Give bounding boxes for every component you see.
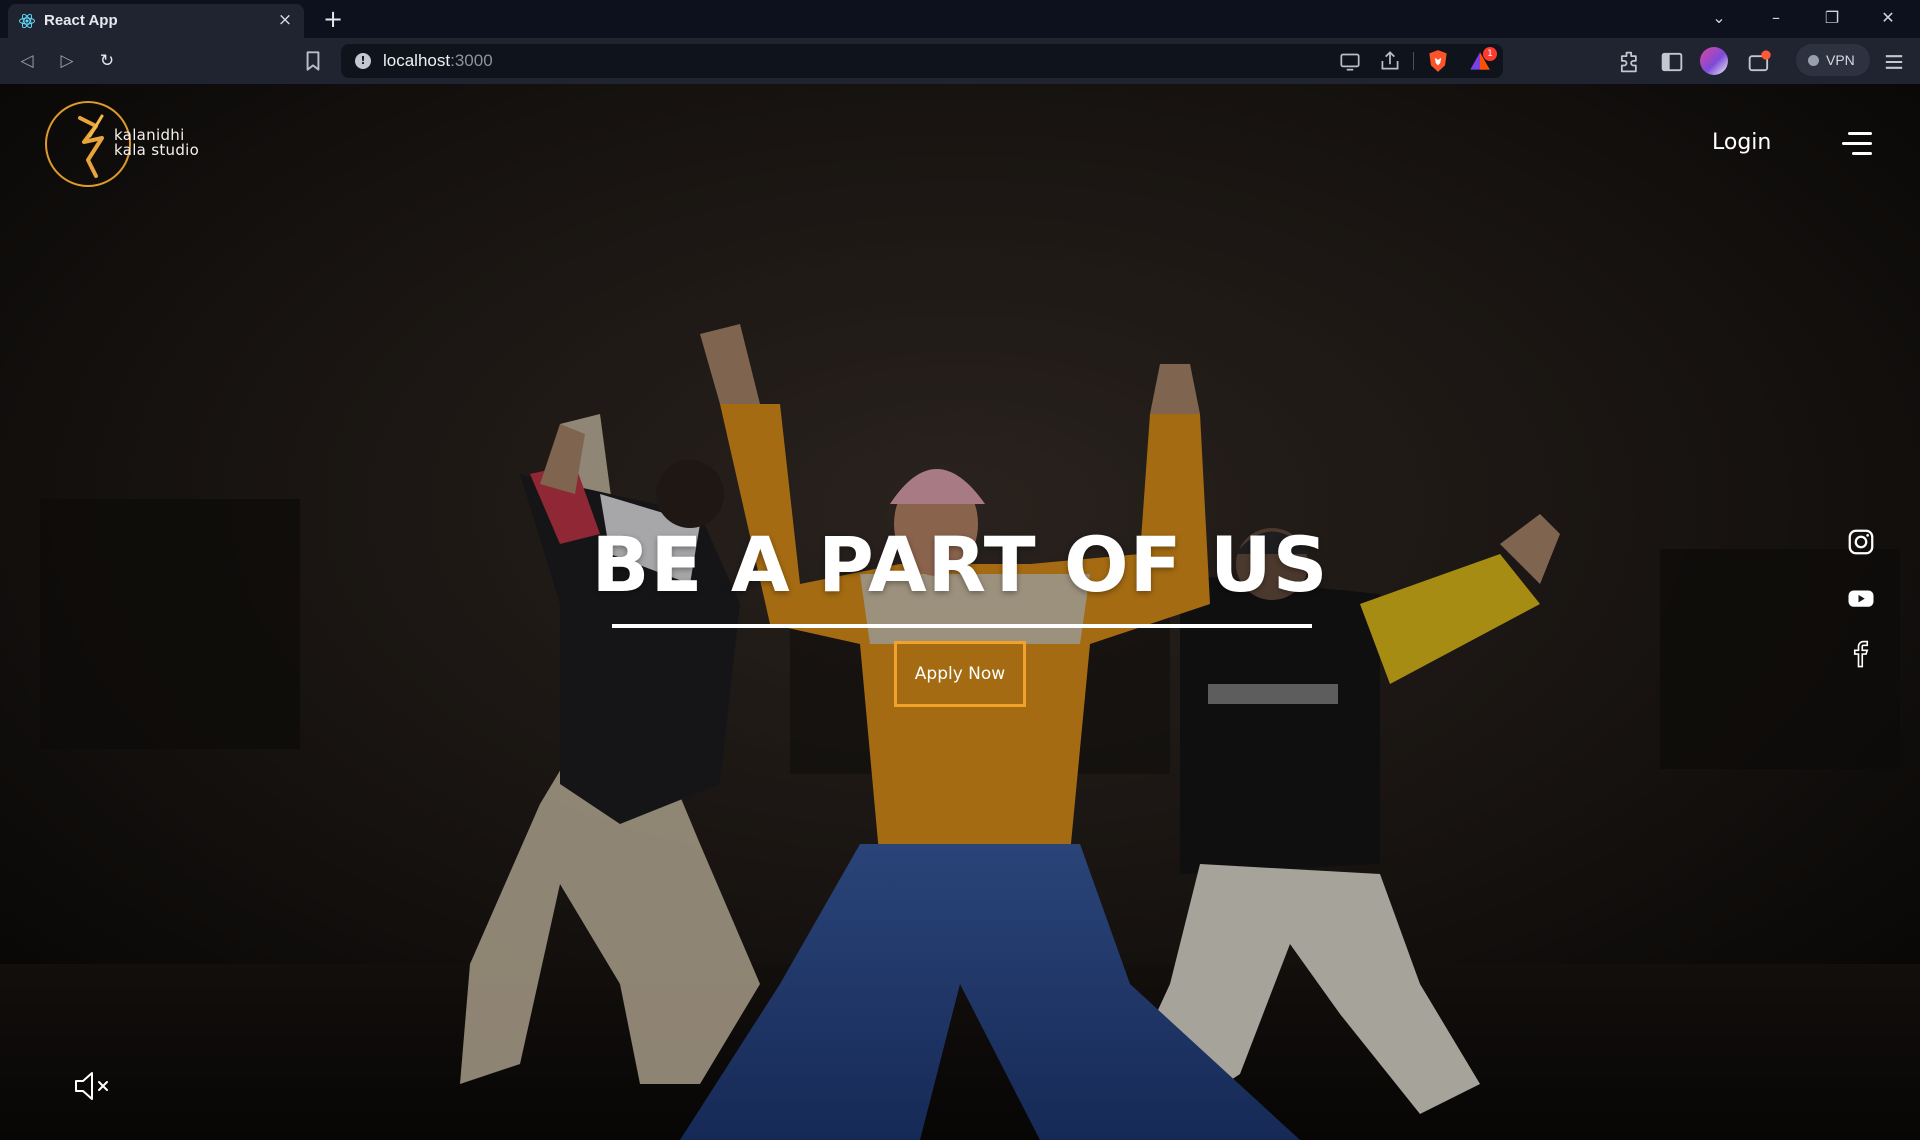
share-icon[interactable] bbox=[1377, 48, 1403, 74]
browser-tab-strip: React App × + ⌄ – ❐ ✕ bbox=[0, 0, 1920, 38]
brave-shield-icon[interactable] bbox=[1425, 48, 1451, 74]
facebook-icon[interactable] bbox=[1846, 639, 1876, 669]
sidebar-toggle-icon[interactable] bbox=[1658, 48, 1686, 76]
instagram-icon[interactable] bbox=[1846, 527, 1876, 557]
login-link[interactable]: Login bbox=[1712, 130, 1771, 155]
hamburger-menu-icon[interactable] bbox=[1842, 132, 1872, 158]
logo-text: kalanidhi kala studio bbox=[114, 128, 199, 158]
reload-button[interactable]: ↻ bbox=[92, 46, 122, 76]
page-viewport: kalanidhi kala studio Login BE A PART OF… bbox=[0, 84, 1920, 1140]
vpn-button[interactable]: VPN bbox=[1796, 44, 1870, 76]
vpn-status-icon bbox=[1808, 55, 1819, 66]
speaker-muted-icon[interactable] bbox=[72, 1070, 112, 1102]
new-tab-button[interactable]: + bbox=[318, 4, 348, 34]
tab-search-dropdown-icon[interactable]: ⌄ bbox=[1691, 0, 1747, 38]
divider bbox=[1413, 52, 1414, 70]
url-text: localhost:3000 bbox=[383, 51, 493, 70]
address-bar[interactable]: ! localhost:3000 1 bbox=[341, 44, 1503, 78]
apply-now-button[interactable]: Apply Now bbox=[894, 641, 1026, 707]
browser-menu-icon[interactable] bbox=[1880, 48, 1908, 76]
extensions-icon[interactable] bbox=[1616, 48, 1644, 76]
site-logo[interactable]: kalanidhi kala studio bbox=[44, 96, 214, 196]
back-button[interactable]: ◁ bbox=[12, 46, 42, 76]
cast-icon[interactable] bbox=[1337, 48, 1363, 74]
react-icon bbox=[19, 13, 35, 29]
rewards-badge: 1 bbox=[1483, 47, 1497, 61]
logo-text-line2: kala studio bbox=[114, 141, 200, 159]
browser-tab[interactable]: React App × bbox=[8, 4, 304, 38]
restore-button[interactable]: ❐ bbox=[1804, 0, 1860, 38]
bookmark-icon[interactable] bbox=[300, 48, 326, 74]
tab-title: React App bbox=[44, 12, 118, 29]
vpn-label: VPN bbox=[1826, 52, 1855, 68]
tab-close-icon[interactable]: × bbox=[274, 9, 296, 31]
hero-title: BE A PART OF US bbox=[591, 520, 1329, 609]
youtube-icon[interactable] bbox=[1846, 583, 1876, 613]
site-info-icon[interactable]: ! bbox=[355, 53, 371, 69]
wallet-icon[interactable] bbox=[1745, 48, 1773, 76]
profile-avatar[interactable] bbox=[1700, 47, 1728, 75]
minimize-button[interactable]: – bbox=[1748, 0, 1804, 38]
browser-toolbar: ◁ ▷ ↻ ! localhost:3000 1 VPN bbox=[0, 38, 1920, 84]
hero-underline bbox=[612, 624, 1312, 628]
hero-video bbox=[0, 84, 1920, 1140]
close-window-button[interactable]: ✕ bbox=[1860, 0, 1916, 38]
forward-button[interactable]: ▷ bbox=[52, 46, 82, 76]
